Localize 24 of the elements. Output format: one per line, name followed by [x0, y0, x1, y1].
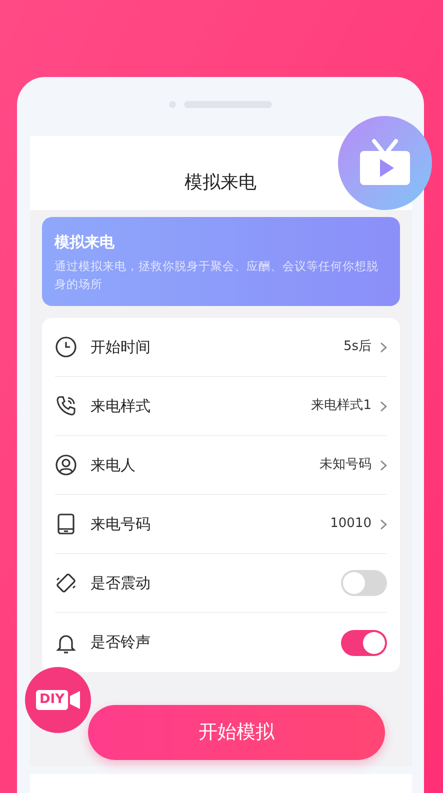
setting-value[interactable]: 未知号码: [320, 455, 372, 475]
chevron-right-icon: [380, 400, 386, 412]
phone-icon: [54, 395, 76, 417]
setting-label: 开始时间: [90, 336, 152, 358]
clock-icon: [54, 336, 76, 358]
tablet-icon: [54, 513, 76, 535]
toggle-switch[interactable]: [340, 630, 386, 656]
setting-value[interactable]: 10010: [330, 514, 372, 534]
person-icon: [54, 454, 76, 476]
toggle-switch[interactable]: [340, 570, 386, 596]
setting-label: 来电人: [90, 454, 136, 476]
chevron-right-icon: [380, 518, 386, 530]
setting-value[interactable]: 来电样式1: [311, 396, 372, 416]
setting-label: 来电号码: [90, 514, 152, 535]
vibrate-icon: [54, 572, 76, 594]
chevron-right-icon: [380, 342, 386, 352]
setting-label: 是否震动: [90, 572, 152, 594]
setting-label: 来电样式: [90, 396, 152, 417]
setting-value[interactable]: 5s后: [343, 337, 372, 357]
chevron-right-icon: [380, 460, 386, 470]
page-title: 模拟来电: [184, 171, 256, 195]
setting-label: 是否铃声: [90, 632, 152, 654]
banner-description: 通过模拟来电，拯救你脱身于聚会、应酬、会议等任何你想脱身的场所: [54, 258, 380, 292]
banner-title: 模拟来电: [54, 232, 116, 253]
